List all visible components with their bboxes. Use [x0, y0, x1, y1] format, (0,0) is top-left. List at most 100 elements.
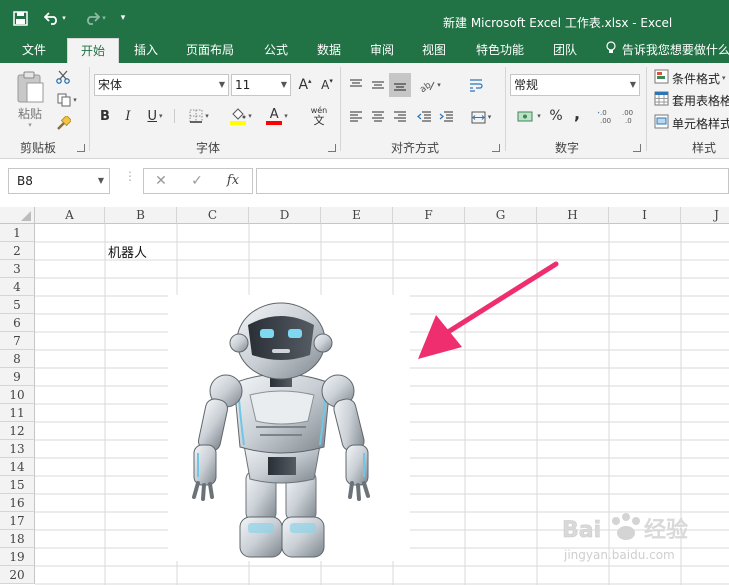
font-name-select[interactable]: 宋体 ▼	[94, 74, 229, 96]
number-launcher-icon[interactable]	[633, 144, 641, 152]
tab-page-layout[interactable]: 页面布局	[178, 38, 242, 63]
orientation-icon[interactable]: ab ▾	[416, 75, 444, 95]
copy-icon[interactable]: ▾	[54, 91, 80, 109]
fill-color-button[interactable]: ▾	[224, 105, 258, 127]
tab-view[interactable]: 视图	[414, 38, 454, 63]
row-header-19[interactable]: 19	[0, 548, 35, 566]
column-header-f[interactable]: F	[393, 207, 465, 224]
align-right-icon[interactable]	[390, 107, 410, 127]
column-header-g[interactable]: G	[465, 207, 537, 224]
font-launcher-icon[interactable]	[328, 144, 336, 152]
decrease-decimal-icon[interactable]: .00.0	[620, 106, 640, 126]
phonetic-button[interactable]: wén 文	[304, 105, 334, 127]
worksheet-grid[interactable]: ABCDEFGHIJ 1 2 3 4 5 6 7 8 9 10 11 12 13 14 15 16 17 18 19…	[0, 207, 729, 585]
accounting-format-icon[interactable]: ▾	[512, 106, 546, 126]
borders-icon	[189, 109, 203, 123]
enter-button[interactable]: ✓	[186, 168, 208, 194]
select-all-button[interactable]	[0, 207, 35, 224]
row-header-10[interactable]: 10	[0, 386, 35, 404]
align-bottom-icon[interactable]	[389, 73, 411, 97]
cell-styles-button[interactable]: 单元格样式	[654, 113, 729, 133]
tab-home[interactable]: 开始	[67, 38, 119, 63]
row-header-18[interactable]: 18	[0, 530, 35, 548]
row-header-17[interactable]: 17	[0, 512, 35, 530]
name-box[interactable]: B8 ▼	[8, 168, 110, 194]
tab-team[interactable]: 团队	[545, 38, 585, 63]
font-color-button[interactable]: A ▾	[260, 105, 294, 127]
formula-input[interactable]	[256, 168, 729, 194]
cut-icon[interactable]	[54, 68, 72, 86]
tab-special[interactable]: 特色功能	[468, 38, 532, 63]
format-painter-icon[interactable]	[54, 114, 72, 132]
drag-handle-icon[interactable]: ⋮	[124, 170, 136, 182]
decrease-indent-icon[interactable]	[414, 107, 434, 127]
align-center-icon[interactable]	[368, 107, 388, 127]
chevron-down-icon: ▾	[722, 74, 726, 82]
column-header-a[interactable]: A	[35, 207, 105, 224]
tab-file[interactable]: 文件	[14, 38, 54, 63]
underline-button[interactable]: U ▾	[141, 106, 169, 126]
undo-icon[interactable]: ▾	[40, 8, 70, 28]
row-header-14[interactable]: 14	[0, 458, 35, 476]
increase-decimal-icon[interactable]: .0.00	[597, 106, 617, 126]
tab-data[interactable]: 数据	[309, 38, 349, 63]
row-header-1[interactable]: 1	[0, 224, 35, 242]
grow-font-button[interactable]: A ▴	[296, 75, 314, 95]
column-header-e[interactable]: E	[321, 207, 393, 224]
row-header-12[interactable]: 12	[0, 422, 35, 440]
column-header-b[interactable]: B	[105, 207, 177, 224]
row-header-4[interactable]: 4	[0, 278, 35, 296]
alignment-launcher-icon[interactable]	[492, 144, 500, 152]
align-middle-icon[interactable]	[368, 75, 388, 95]
increase-indent-icon[interactable]	[436, 107, 456, 127]
column-header-h[interactable]: H	[537, 207, 609, 224]
column-header-i[interactable]: I	[609, 207, 681, 224]
paste-button[interactable]: 粘贴	[12, 105, 48, 121]
tab-review[interactable]: 审阅	[362, 38, 402, 63]
format-as-table-button[interactable]: 套用表格格	[654, 90, 729, 110]
row-header-3[interactable]: 3	[0, 260, 35, 278]
cell-b2[interactable]: 机器人	[108, 242, 147, 261]
row-header-5[interactable]: 5	[0, 296, 35, 314]
bold-button[interactable]: B	[96, 106, 114, 126]
cancel-button[interactable]: ✕	[150, 168, 172, 194]
align-left-icon[interactable]	[346, 107, 366, 127]
merge-center-icon[interactable]: ▾	[466, 107, 496, 127]
column-header-d[interactable]: D	[249, 207, 321, 224]
row-header-16[interactable]: 16	[0, 494, 35, 512]
font-size-select[interactable]: 11 ▼	[231, 74, 291, 96]
tell-me-box[interactable]: 告诉我您想要做什么	[606, 38, 729, 63]
paste-icon[interactable]	[12, 69, 48, 105]
borders-button[interactable]: ▾	[184, 106, 214, 126]
save-icon[interactable]	[9, 8, 31, 28]
shrink-font-button[interactable]: A ▾	[318, 75, 336, 95]
italic-button[interactable]: I	[119, 106, 137, 126]
group-divider	[505, 67, 506, 151]
row-header-9[interactable]: 9	[0, 368, 35, 386]
percent-button[interactable]: %	[548, 106, 564, 126]
row-header-11[interactable]: 11	[0, 404, 35, 422]
conditional-format-button[interactable]: 条件格式 ▾	[654, 68, 726, 88]
tab-formulas[interactable]: 公式	[256, 38, 296, 63]
row-header-15[interactable]: 15	[0, 476, 35, 494]
insert-function-button[interactable]: fx	[222, 168, 244, 194]
align-top-icon[interactable]	[346, 75, 366, 95]
row-header-2[interactable]: 2	[0, 242, 35, 260]
customize-icon[interactable]: ▾	[116, 8, 130, 28]
row-header-6[interactable]: 6	[0, 314, 35, 332]
column-header-c[interactable]: C	[177, 207, 249, 224]
robot-image[interactable]	[168, 295, 410, 561]
row-header-20[interactable]: 20	[0, 566, 35, 584]
clipboard-launcher-icon[interactable]	[77, 144, 85, 152]
column-header-j[interactable]: J	[681, 207, 729, 224]
row-header-7[interactable]: 7	[0, 332, 35, 350]
chevron-down-icon[interactable]: ▾	[24, 121, 36, 129]
redo-icon[interactable]: ▾	[80, 8, 110, 28]
comma-button[interactable]: ,	[570, 103, 584, 123]
tab-insert[interactable]: 插入	[125, 38, 167, 63]
wrap-text-icon[interactable]	[466, 75, 486, 95]
row-header-8[interactable]: 8	[0, 350, 35, 368]
number-format-select[interactable]: 常规 ▼	[510, 74, 640, 96]
row-header-13[interactable]: 13	[0, 440, 35, 458]
svg-text:jingyan.baidu.com: jingyan.baidu.com	[563, 548, 675, 562]
